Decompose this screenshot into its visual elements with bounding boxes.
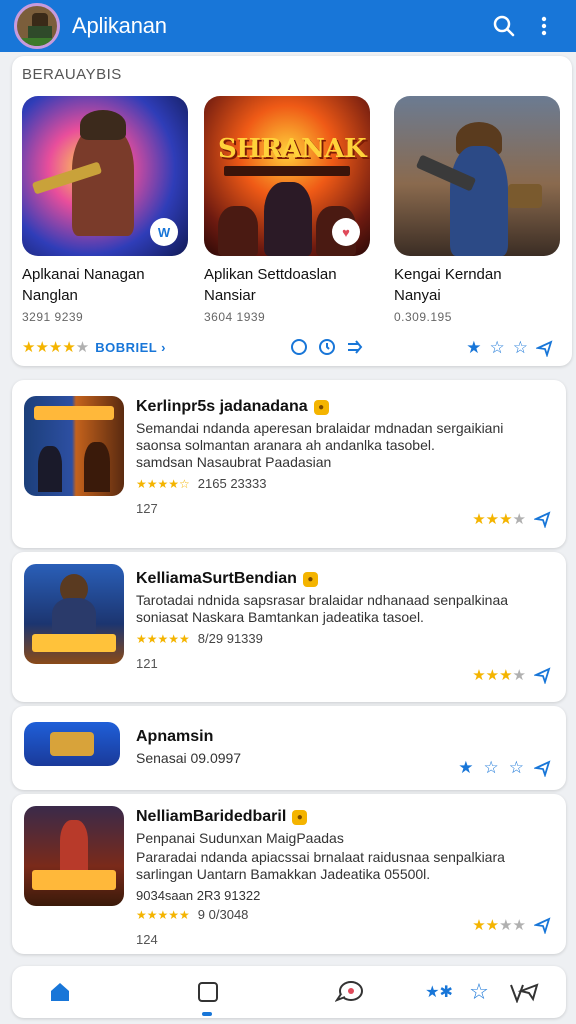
list-item-description: Pararadai ndanda apiacssai brnalaat raid… (136, 849, 505, 882)
app-meta: 0.309.195 (394, 310, 452, 324)
badge-icon: ● (292, 809, 308, 825)
square-icon[interactable] (194, 978, 222, 1006)
rating-stars: ★★★★★ (22, 339, 90, 356)
star-outline-icon[interactable]: ☆ (484, 758, 499, 778)
clock-icon[interactable] (318, 338, 336, 356)
stars-icon[interactable]: ★✱ (422, 978, 456, 1006)
app-title: Aplkanai Nanagan Nanglan (22, 266, 145, 304)
app-title: Aplikan Settdoaslan Nansiar (204, 266, 337, 304)
star-outline-icon[interactable]: ☆ (464, 978, 494, 1006)
arrow-right-icon[interactable] (346, 338, 364, 356)
list-item-description: Semandai ndanda aperesan bralaidar mdnad… (136, 420, 504, 470)
star-filled-icon[interactable]: ★ (458, 758, 473, 778)
list-item-description: Tarotadai ndnida sapsrasar bralaidar ndh… (136, 592, 509, 625)
share-icon[interactable] (506, 978, 542, 1006)
share-icon[interactable] (534, 510, 552, 528)
star-filled-icon[interactable]: ★ (466, 338, 481, 358)
rating-actions: ★★★★ (472, 510, 552, 528)
app-artwork[interactable]: W (22, 96, 188, 256)
list-item-title: Apnamsin (136, 728, 214, 745)
favorite-badge: ♥ (332, 218, 360, 246)
artwork-logo-text: SHRANAK (218, 134, 367, 164)
list-item-subtitle: Penpanai Sudunxan MaigPaadas (136, 830, 344, 846)
circle-icon[interactable] (290, 338, 308, 356)
app-title: Aplikanan (72, 13, 167, 38)
rating-stars: ★★★★ (472, 667, 526, 684)
featured-section: BERAUAYBIS W Aplkanai Nanagan Nanglan 32… (12, 56, 572, 366)
list-item-meta: ★★★★★ 8/29 91339 (136, 631, 263, 646)
app-artwork[interactable]: SHRANAK ♥ (204, 96, 370, 256)
star-outline-icon[interactable]: ☆ (513, 338, 528, 358)
list-item-meta: ★★★★☆ 2165 23333 (136, 476, 267, 491)
list-item-title: Kerlinpr5s jadanadana ● (136, 398, 552, 416)
nav-indicator (202, 1012, 212, 1016)
app-artwork[interactable] (394, 96, 560, 256)
search-icon[interactable] (484, 6, 524, 46)
app-meta: 3604 1939 (204, 310, 266, 324)
more-vert-icon[interactable] (524, 6, 564, 46)
featured-card[interactable]: W Aplkanai Nanagan Nanglan 3291 9239 ★★★… (22, 96, 192, 356)
share-icon[interactable] (534, 916, 552, 934)
list-item-title: NelliamBaridedbaril ● (136, 808, 552, 826)
app-thumbnail[interactable] (24, 722, 120, 766)
featured-card[interactable]: SHRANAK ♥ Aplikan Settdoaslan Nansiar 36… (204, 96, 374, 356)
badge-icon: ● (302, 571, 318, 587)
review-count: 124 (136, 932, 158, 947)
featured-card[interactable]: Kengai Kerndan Nanyai 0.309.195 ★ ☆ ☆ (394, 96, 564, 358)
app-meta: 3291 9239 (22, 310, 84, 324)
developer-badge: W (150, 218, 178, 246)
share-icon[interactable] (534, 666, 552, 684)
list-item-title: KelliamaSurtBendian ● (136, 570, 552, 588)
share-icon[interactable] (534, 759, 552, 777)
list-item[interactable]: KelliamaSurtBendian ● Tarotadai ndnida sa… (12, 552, 566, 702)
rating-actions: ★★★★ (472, 666, 552, 684)
list-item-meta: 9034saan 2R3 91322 (136, 888, 261, 903)
badge-icon: ● (313, 399, 329, 415)
app-thumbnail[interactable] (24, 564, 124, 664)
rating-actions: ★★★★ (472, 916, 552, 934)
bottom-navigation: ★✱ ☆ (12, 966, 566, 1018)
rating-stars: ★★★★ (472, 511, 526, 528)
share-icon[interactable] (536, 339, 554, 357)
home-icon[interactable] (46, 978, 74, 1006)
rating-stars: ★★★★ (472, 917, 526, 934)
avatar[interactable] (14, 3, 60, 49)
list-item[interactable]: NelliamBaridedbaril ● Penpanai Sudunxan M… (12, 794, 566, 954)
chat-bubble-icon[interactable] (334, 978, 366, 1006)
app-bar: Aplikanan (0, 0, 576, 52)
list-item[interactable]: Apnamsin Senasai 09.0997 ★ ☆ ☆ (12, 706, 566, 790)
star-outline-icon[interactable]: ☆ (509, 758, 524, 778)
app-thumbnail[interactable] (24, 396, 124, 496)
details-link[interactable]: BOBRIEL › (95, 340, 166, 355)
section-label: BERAUAYBIS (22, 66, 122, 83)
star-outline-icon[interactable]: ☆ (490, 338, 505, 358)
app-thumbnail[interactable] (24, 806, 124, 906)
app-title: Kengai Kerndan Nanyai (394, 266, 502, 304)
rating-actions: ★ ☆ ☆ (458, 758, 552, 778)
list-item[interactable]: Kerlinpr5s jadanadana ● Semandai ndanda a… (12, 380, 566, 548)
